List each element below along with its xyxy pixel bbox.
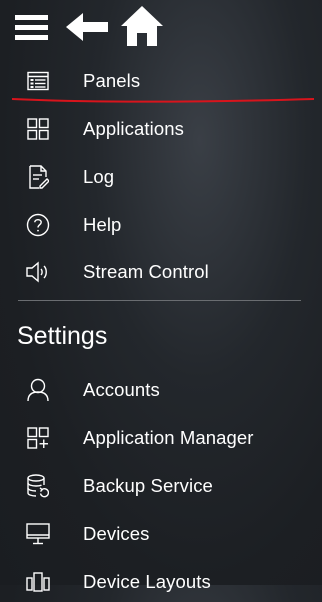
menu-item-applications[interactable]: Applications — [0, 109, 322, 149]
menu-item-label: Panels — [83, 70, 141, 91]
menu-item-device-layouts[interactable]: Device Layouts — [0, 562, 322, 602]
menu-item-label: Help — [83, 214, 122, 235]
monitor-icon — [25, 521, 51, 547]
hamburger-menu-icon[interactable] — [15, 12, 48, 42]
menu-item-label: Devices — [83, 523, 150, 544]
back-arrow-icon[interactable] — [66, 12, 108, 42]
menu-item-label: Device Layouts — [83, 571, 211, 592]
home-icon[interactable] — [121, 5, 163, 47]
menu-item-help[interactable]: Help — [0, 205, 322, 245]
menu-item-stream-control[interactable]: Stream Control — [0, 252, 322, 292]
menu-item-log[interactable]: Log — [0, 157, 322, 197]
help-question-icon — [25, 212, 51, 238]
top-toolbar — [0, 0, 322, 62]
menu-item-label: Backup Service — [83, 475, 213, 496]
speaker-icon — [25, 259, 51, 285]
device-layouts-icon — [25, 569, 51, 595]
database-backup-icon — [25, 473, 51, 499]
menu-item-label: Log — [83, 166, 115, 187]
panels-icon — [25, 68, 51, 94]
menu-item-label: Applications — [83, 118, 184, 139]
settings-section-title: Settings — [17, 322, 108, 350]
menu-item-label: Accounts — [83, 379, 160, 400]
red-underline-annotation — [12, 98, 314, 103]
menu-divider — [18, 300, 301, 301]
menu-item-backup-service[interactable]: Backup Service — [0, 466, 322, 506]
menu-item-label: Stream Control — [83, 261, 209, 282]
menu-item-devices[interactable]: Devices — [0, 514, 322, 554]
menu-item-application-manager[interactable]: Application Manager — [0, 418, 322, 458]
application-manager-icon — [25, 425, 51, 451]
menu-item-label: Application Manager — [83, 427, 254, 448]
log-document-icon — [25, 164, 51, 190]
person-icon — [25, 377, 51, 403]
applications-grid-icon — [25, 116, 51, 142]
menu-item-accounts[interactable]: Accounts — [0, 370, 322, 410]
